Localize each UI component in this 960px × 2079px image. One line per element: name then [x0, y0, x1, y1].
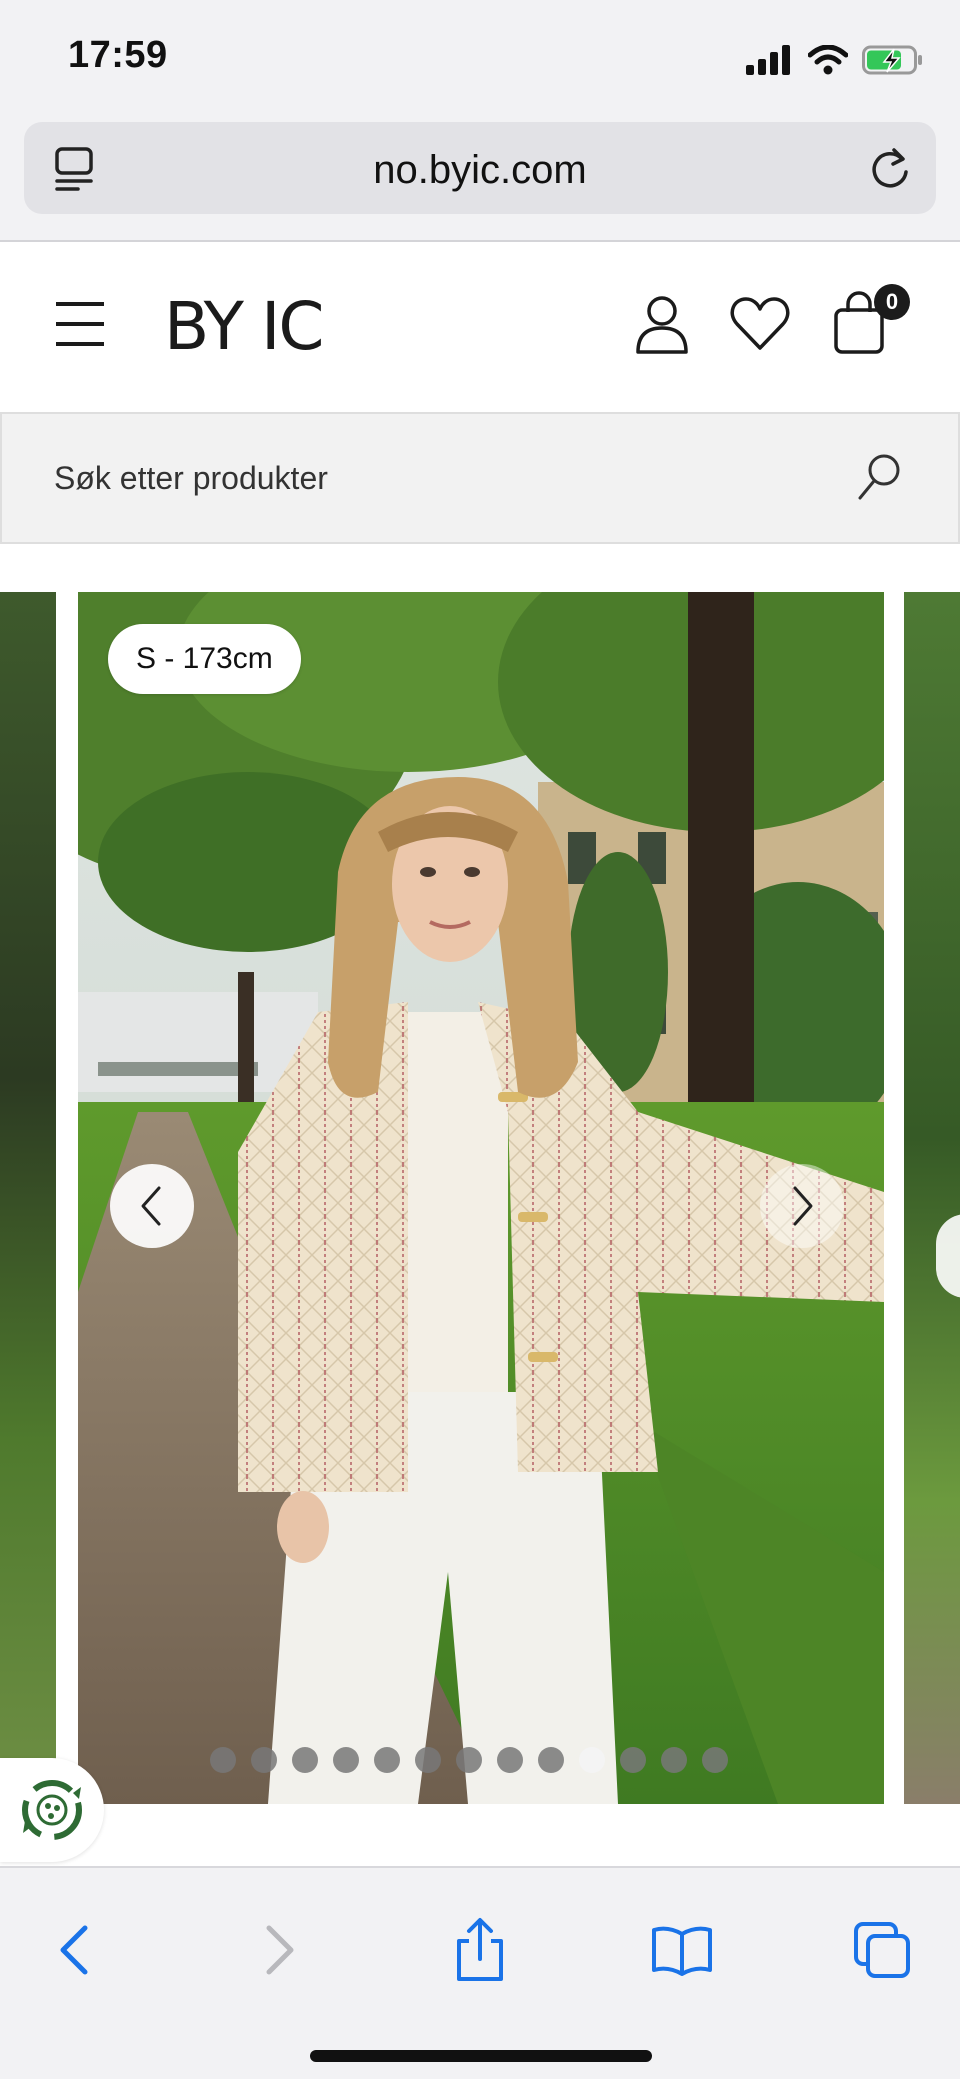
product-image-carousel[interactable]: S - 173cm — [0, 592, 960, 1804]
carousel-prev-button[interactable] — [110, 1164, 194, 1248]
carousel-dot[interactable] — [415, 1747, 441, 1773]
wishlist-heart-icon[interactable] — [730, 296, 790, 357]
menu-icon[interactable] — [54, 300, 106, 353]
carousel-dot[interactable] — [620, 1747, 646, 1773]
carousel-dot[interactable] — [292, 1747, 318, 1773]
chevron-left-icon — [141, 1186, 161, 1226]
carousel-dot[interactable] — [333, 1747, 359, 1773]
carousel-dot[interactable] — [456, 1747, 482, 1773]
carousel-dot-active[interactable] — [579, 1747, 605, 1773]
chevron-right-icon — [793, 1186, 813, 1226]
home-indicator — [310, 2050, 652, 2062]
product-search-input[interactable]: Søk etter produkter — [0, 412, 960, 544]
previous-slide-peek[interactable] — [0, 592, 56, 1804]
share-button[interactable] — [440, 1910, 520, 1990]
product-image[interactable]: S - 173cm — [78, 592, 884, 1804]
share-icon — [457, 1918, 503, 1981]
carousel-dot[interactable] — [538, 1747, 564, 1773]
browser-address-area: no.byic.com — [0, 118, 960, 242]
search-placeholder: Søk etter produkter — [54, 460, 328, 496]
carousel-dot[interactable] — [374, 1747, 400, 1773]
recycle-leaf-icon — [22, 1780, 82, 1840]
forward-icon — [266, 1925, 294, 1975]
status-icons — [746, 40, 924, 80]
url-text: no.byic.com — [373, 148, 587, 192]
carousel-dot[interactable] — [497, 1747, 523, 1773]
reload-icon[interactable] — [868, 144, 912, 197]
battery-charging-icon — [862, 45, 922, 75]
carousel-dot[interactable] — [702, 1747, 728, 1773]
account-icon[interactable] — [634, 294, 690, 361]
tabs-icon — [854, 1922, 910, 1978]
forward-button[interactable] — [240, 1910, 320, 1990]
back-icon — [60, 1925, 88, 1975]
next-slide-peek[interactable] — [904, 592, 960, 1804]
search-icon[interactable] — [856, 452, 904, 507]
site-header: BY IC 0 — [0, 244, 960, 412]
carousel-pagination — [210, 1747, 728, 1773]
browser-toolbar — [0, 1866, 960, 2079]
tabs-button[interactable] — [842, 1910, 922, 1990]
wifi-icon — [808, 45, 848, 75]
back-button[interactable] — [34, 1910, 114, 1990]
status-bar: 17:59 — [0, 0, 960, 118]
cellular-signal-icon — [746, 45, 790, 75]
address-bar[interactable]: no.byic.com — [24, 122, 936, 214]
carousel-next-button[interactable] — [760, 1164, 844, 1248]
carousel-dot[interactable] — [661, 1747, 687, 1773]
site-logo[interactable]: BY IC — [164, 288, 325, 365]
bookmarks-button[interactable] — [642, 1910, 722, 1990]
status-time: 17:59 — [68, 34, 168, 76]
bookmarks-icon — [652, 1926, 712, 1976]
carousel-dot[interactable] — [251, 1747, 277, 1773]
cart-count-badge: 0 — [874, 284, 910, 320]
eco-badge[interactable] — [0, 1758, 104, 1862]
model-size-label: S - 173cm — [108, 624, 301, 694]
carousel-dot[interactable] — [210, 1747, 236, 1773]
